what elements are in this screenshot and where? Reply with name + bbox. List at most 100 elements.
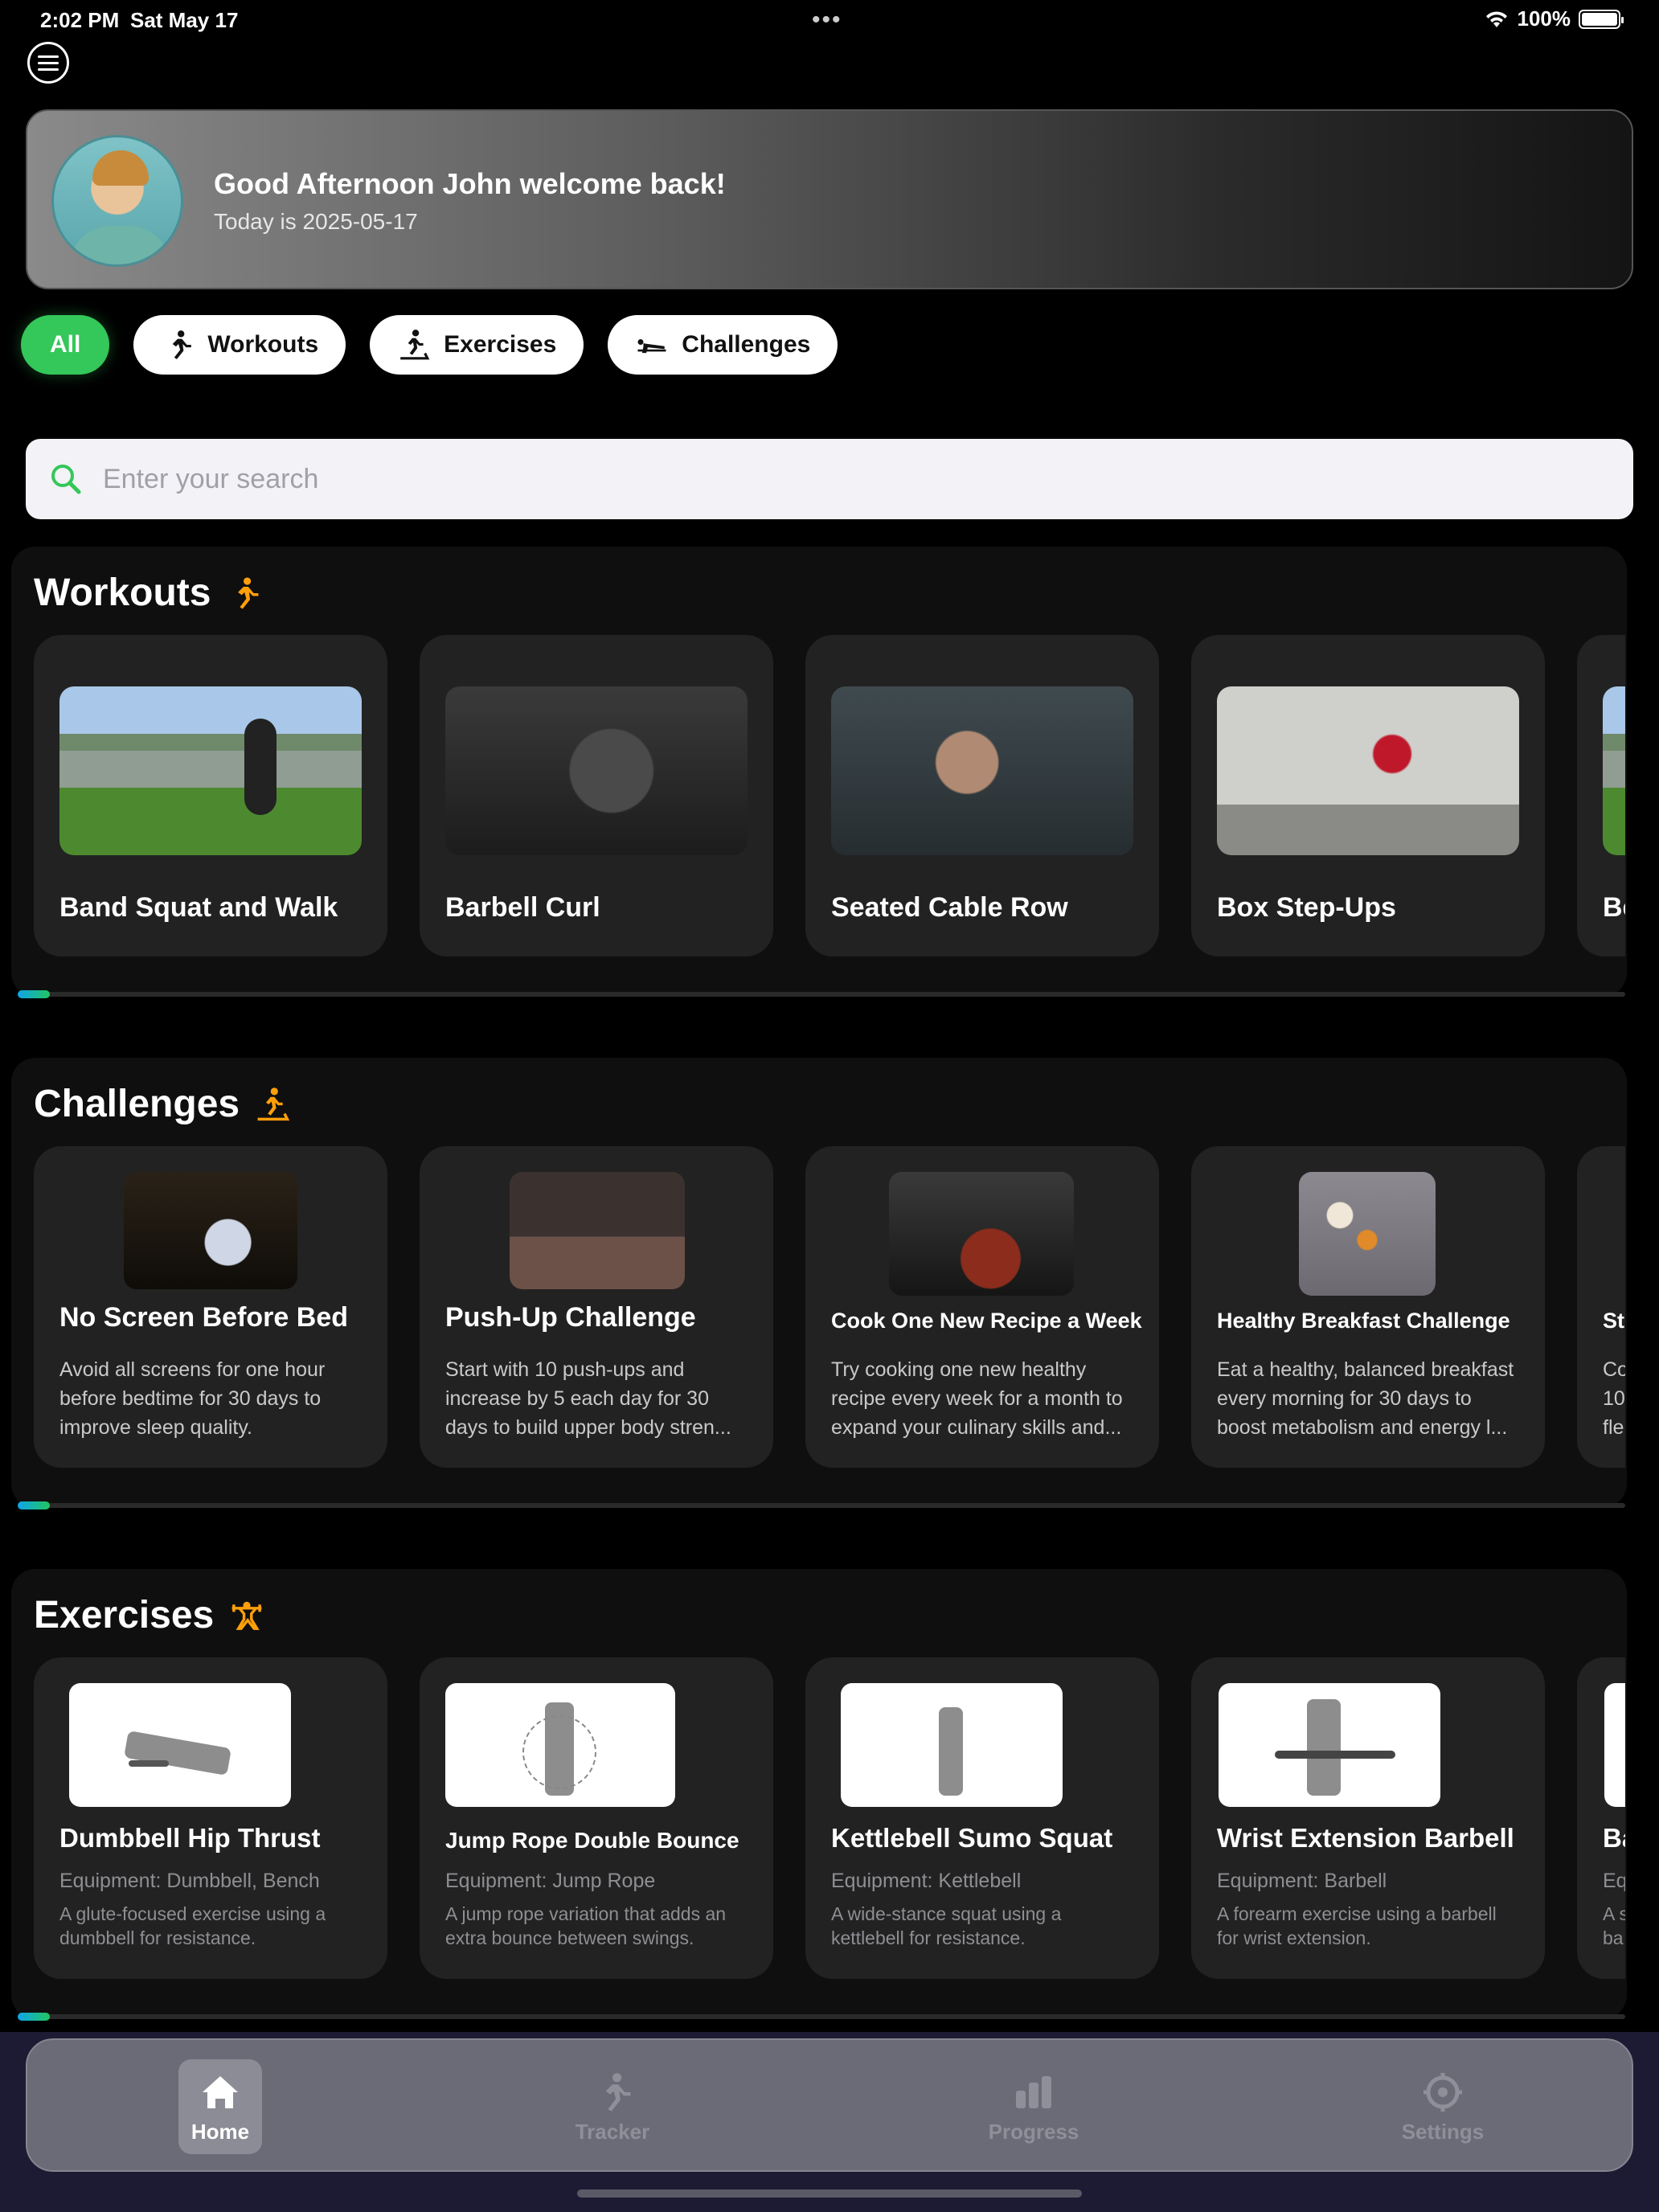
tab-progress-label: Progress [988, 2119, 1079, 2144]
tab-home-label: Home [190, 2119, 250, 2144]
exercise-desc: A jump rope variation that adds an extra… [445, 1903, 727, 1948]
challenge-desc: Co 10 fle [1603, 1358, 1625, 1439]
wifi-icon [1485, 10, 1507, 27]
filter-challenges-label: Challenges [682, 331, 811, 358]
status-right: 100% [1484, 6, 1624, 31]
filter-exercises-label: Exercises [444, 331, 557, 358]
challenge-name: No Screen Before Bed [59, 1302, 348, 1333]
challenge-name: St [1603, 1309, 1624, 1333]
tab-bar: Home Tracker Progress Settings [26, 2038, 1633, 2172]
exercise-image [841, 1683, 1063, 1807]
filter-workouts-label: Workouts [207, 331, 319, 358]
greeting-date: Today is 2025-05-17 [214, 209, 418, 234]
exercise-image [445, 1683, 675, 1807]
search-icon [51, 465, 81, 494]
home-indicator[interactable] [577, 2189, 1082, 2198]
workout-card[interactable]: Be [1577, 635, 1625, 956]
weightlifter-icon [231, 1601, 262, 1630]
exercise-name: Kettlebell Sumo Squat [831, 1823, 1113, 1853]
status-time: 2:02 PM [40, 8, 120, 32]
workout-image [1217, 686, 1519, 855]
exercise-image [1219, 1683, 1440, 1807]
gear-icon [1423, 2072, 1462, 2112]
exercise-name: Wrist Extension Barbell [1217, 1823, 1514, 1853]
challenge-card[interactable]: Healthy Breakfast Challenge Eat a health… [1191, 1146, 1545, 1468]
challenges-title: Challenges [34, 1083, 240, 1125]
exercises-carousel[interactable]: Dumbbell Hip Thrust Equipment: Dumbbell,… [34, 1657, 1625, 1979]
filter-workouts[interactable]: Workouts [133, 315, 346, 375]
exercise-name: Jump Rope Double Bounce [445, 1828, 739, 1853]
challenge-image [510, 1172, 685, 1289]
workout-card[interactable]: Seated Cable Row [805, 635, 1159, 956]
greeting-title: Good Afternoon John welcome back! [214, 167, 726, 200]
exercise-equipment: Equipment: Kettlebell [831, 1870, 1022, 1892]
exercise-card[interactable]: Jump Rope Double Bounce Equipment: Jump … [420, 1657, 773, 1979]
tab-settings[interactable]: Settings [1391, 2059, 1495, 2154]
treadmill-icon [400, 330, 430, 360]
exercise-image [1604, 1683, 1625, 1807]
workout-name: Barbell Curl [445, 892, 600, 923]
challenge-desc: Start with 10 push-ups and increase by 5… [445, 1358, 731, 1439]
challenges-heading: Challenges [34, 1082, 291, 1126]
challenge-card[interactable]: Cook One New Recipe a Week Try cooking o… [805, 1146, 1159, 1468]
workouts-carousel[interactable]: Band Squat and Walk Barbell Curl Seated … [34, 635, 1625, 956]
status-date: Sat May 17 [130, 8, 239, 32]
battery-icon [1579, 9, 1624, 29]
filter-chips: All Workouts Exercises Challenges [21, 315, 838, 375]
menu-icon[interactable] [27, 42, 69, 84]
search-input[interactable] [103, 463, 1550, 495]
exercise-equipment: Equipment: Dumbbell, Bench [59, 1870, 320, 1892]
treadmill-icon [257, 1087, 290, 1120]
tab-progress[interactable]: Progress [977, 2059, 1090, 2154]
workout-card[interactable]: Box Step-Ups [1191, 635, 1545, 956]
challenge-desc: Try cooking one new healthy recipe every… [831, 1358, 1123, 1439]
exercise-name: Ba [1603, 1823, 1625, 1853]
challenge-desc: Eat a healthy, balanced breakfast every … [1217, 1358, 1514, 1439]
challenge-image [889, 1172, 1074, 1296]
greeting-card: Good Afternoon John welcome back! Today … [26, 109, 1633, 289]
workouts-scrollbar[interactable] [18, 990, 1625, 998]
tab-tracker[interactable]: Tracker [571, 2059, 654, 2154]
challenge-card[interactable]: No Screen Before Bed Avoid all screens f… [34, 1146, 387, 1468]
workout-name: Seated Cable Row [831, 892, 1068, 923]
exercise-desc: A s ba [1603, 1903, 1625, 1948]
avatar[interactable] [51, 135, 183, 267]
exercises-heading: Exercises [34, 1593, 265, 1637]
challenges-carousel[interactable]: No Screen Before Bed Avoid all screens f… [34, 1146, 1625, 1468]
workouts-heading: Workouts [34, 571, 262, 615]
workout-image [59, 686, 362, 855]
challenges-scrollbar[interactable] [18, 1501, 1625, 1509]
exercise-card[interactable]: Ba Eq A s ba [1577, 1657, 1625, 1979]
tab-tracker-label: Tracker [575, 2119, 650, 2144]
filter-exercises[interactable]: Exercises [370, 315, 584, 375]
exercise-card[interactable]: Wrist Extension Barbell Equipment: Barbe… [1191, 1657, 1545, 1979]
house-icon [203, 2075, 238, 2108]
challenge-desc: Avoid all screens for one hour before be… [59, 1358, 326, 1439]
challenge-image [1299, 1172, 1436, 1296]
status-bar: 2:02 PM Sat May 17 ••• 100% [0, 0, 1659, 40]
workout-image [1603, 686, 1625, 855]
tab-home[interactable]: Home [178, 2059, 262, 2154]
search-bar[interactable] [26, 439, 1633, 519]
exercise-name: Dumbbell Hip Thrust [59, 1823, 321, 1853]
runner-icon [173, 330, 192, 359]
filter-challenges[interactable]: Challenges [608, 315, 838, 375]
workout-card[interactable]: Band Squat and Walk [34, 635, 387, 956]
challenge-card[interactable]: Push-Up Challenge Start with 10 push-ups… [420, 1146, 773, 1468]
filter-all[interactable]: All [21, 315, 110, 375]
workout-name: Box Step-Ups [1217, 892, 1396, 923]
workout-image [831, 686, 1133, 855]
exercise-card[interactable]: Dumbbell Hip Thrust Equipment: Dumbbell,… [34, 1657, 387, 1979]
exercises-title: Exercises [34, 1594, 215, 1636]
exercises-scrollbar[interactable] [18, 2013, 1625, 2021]
challenge-image [124, 1172, 297, 1289]
exercise-desc: A glute-focused exercise using a dumbbel… [59, 1903, 326, 1948]
exercise-card[interactable]: Kettlebell Sumo Squat Equipment: Kettleb… [805, 1657, 1159, 1979]
challenge-name: Push-Up Challenge [445, 1302, 696, 1333]
challenge-card[interactable]: St Co 10 fle [1577, 1146, 1625, 1468]
exercise-image [69, 1683, 291, 1807]
pushup-icon [637, 339, 666, 354]
workout-card[interactable]: Barbell Curl [420, 635, 773, 956]
multitasking-dots-icon[interactable]: ••• [812, 6, 842, 34]
workout-name: Band Squat and Walk [59, 892, 338, 923]
